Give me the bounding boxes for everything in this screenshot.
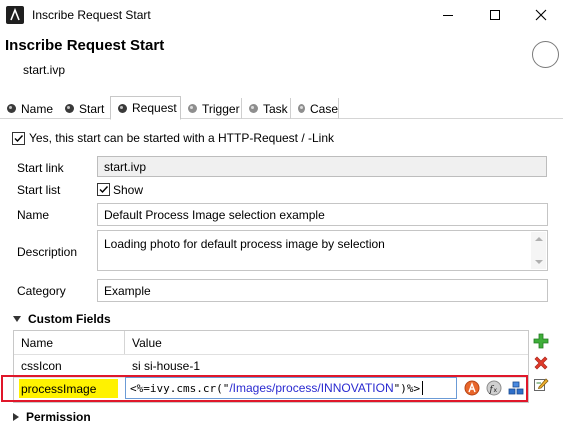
window-title: Inscribe Request Start: [32, 8, 151, 22]
tab-label: Start: [79, 101, 105, 116]
edit-icon[interactable]: [533, 376, 549, 392]
scroll-up-icon: [535, 237, 543, 241]
expand-arrow-icon: [13, 316, 21, 322]
show-label: Show: [113, 183, 144, 197]
permission-section-toggle[interactable]: Permission: [13, 410, 91, 424]
dialog-subtitle: start.ivp: [23, 63, 66, 77]
tab-case[interactable]: Case: [291, 98, 339, 119]
axon-logo-icon: [6, 6, 24, 24]
tab-bullet-icon: [7, 104, 16, 113]
window-titlebar: Inscribe Request Start: [0, 0, 563, 30]
processimage-value-editor[interactable]: <%=ivy.cms.cr("/Images/process/INNOVATIO…: [125, 377, 457, 399]
description-textarea[interactable]: Loading photo for default process image …: [97, 230, 548, 271]
category-input[interactable]: Example: [97, 279, 548, 302]
script-prefix: <%=ivy.cms.cr(": [130, 381, 230, 395]
show-in-start-list-checkbox[interactable]: [97, 183, 110, 196]
tab-name[interactable]: Name: [0, 98, 58, 119]
start-link-label: Start link: [17, 161, 64, 175]
minimize-button[interactable]: [425, 0, 471, 30]
script-suffix: ")%>: [393, 381, 421, 395]
description-value: Loading photo for default process image …: [104, 237, 385, 251]
maximize-button[interactable]: [472, 0, 518, 30]
column-header-name[interactable]: Name: [14, 331, 124, 354]
attribute-browser-icon[interactable]: [464, 380, 480, 396]
tab-label: Trigger: [202, 101, 240, 116]
checkmark-icon: [99, 186, 109, 194]
start-list-label: Start list: [17, 183, 61, 197]
dialog-title: Inscribe Request Start: [5, 37, 165, 54]
custom-fields-section-toggle[interactable]: Custom Fields: [13, 312, 111, 326]
data-class-browser-icon[interactable]: [508, 380, 524, 396]
text-caret: [422, 381, 424, 395]
http-request-enable-checkbox[interactable]: [12, 132, 25, 145]
add-icon[interactable]: [533, 333, 549, 349]
start-link-field[interactable]: start.ivp: [97, 156, 547, 177]
tab-task[interactable]: Task: [242, 98, 291, 119]
tab-label: Request: [132, 101, 177, 115]
close-icon: [535, 9, 547, 21]
description-scrollbar[interactable]: [531, 232, 546, 269]
tab-bullet-icon: [298, 104, 305, 113]
delete-icon[interactable]: [533, 355, 549, 371]
name-label: Name: [17, 208, 50, 222]
start-link-value: start.ivp: [104, 159, 147, 174]
category-value: Example: [104, 283, 151, 298]
minimize-icon: [443, 15, 453, 16]
permission-title: Permission: [26, 410, 91, 424]
close-button[interactable]: [518, 0, 563, 30]
table-row-cssicon-value[interactable]: si si-house-1: [125, 355, 525, 377]
status-circle-icon: [532, 41, 559, 68]
function-browser-icon[interactable]: f x: [486, 380, 502, 396]
checkmark-icon: [14, 135, 24, 143]
collapse-arrow-icon: [13, 413, 19, 421]
tab-bullet-icon: [65, 104, 74, 113]
tab-request[interactable]: Request: [110, 96, 181, 120]
table-row-processimage-name[interactable]: processImage: [19, 379, 118, 398]
dialog-header: Inscribe Request Start start.ivp: [0, 30, 563, 90]
svg-text:x: x: [494, 387, 498, 394]
http-request-enable-label: Yes, this start can be started with a HT…: [29, 131, 335, 145]
tab-label: Name: [21, 101, 54, 116]
description-label: Description: [17, 245, 78, 259]
name-value: Default Process Image selection example: [104, 207, 325, 222]
tab-bullet-icon: [118, 103, 127, 113]
script-string-literal: /Images/process/INNOVATION: [229, 381, 394, 395]
name-input[interactable]: Default Process Image selection example: [97, 203, 548, 226]
table-row-cssicon-name[interactable]: cssIcon: [14, 355, 124, 377]
custom-fields-title: Custom Fields: [28, 312, 111, 326]
tab-label: Task: [263, 101, 288, 116]
tab-trigger[interactable]: Trigger: [181, 98, 242, 119]
maximize-icon: [490, 10, 500, 20]
tab-bullet-icon: [249, 104, 258, 113]
tab-bar: Name Start Request Trigger Task Case: [0, 96, 563, 120]
tab-label: Case: [309, 101, 338, 116]
column-header-value[interactable]: Value: [125, 331, 525, 354]
tab-bullet-icon: [188, 104, 197, 113]
category-label: Category: [17, 284, 66, 298]
scroll-down-icon: [535, 260, 543, 264]
tab-start[interactable]: Start: [58, 98, 110, 119]
